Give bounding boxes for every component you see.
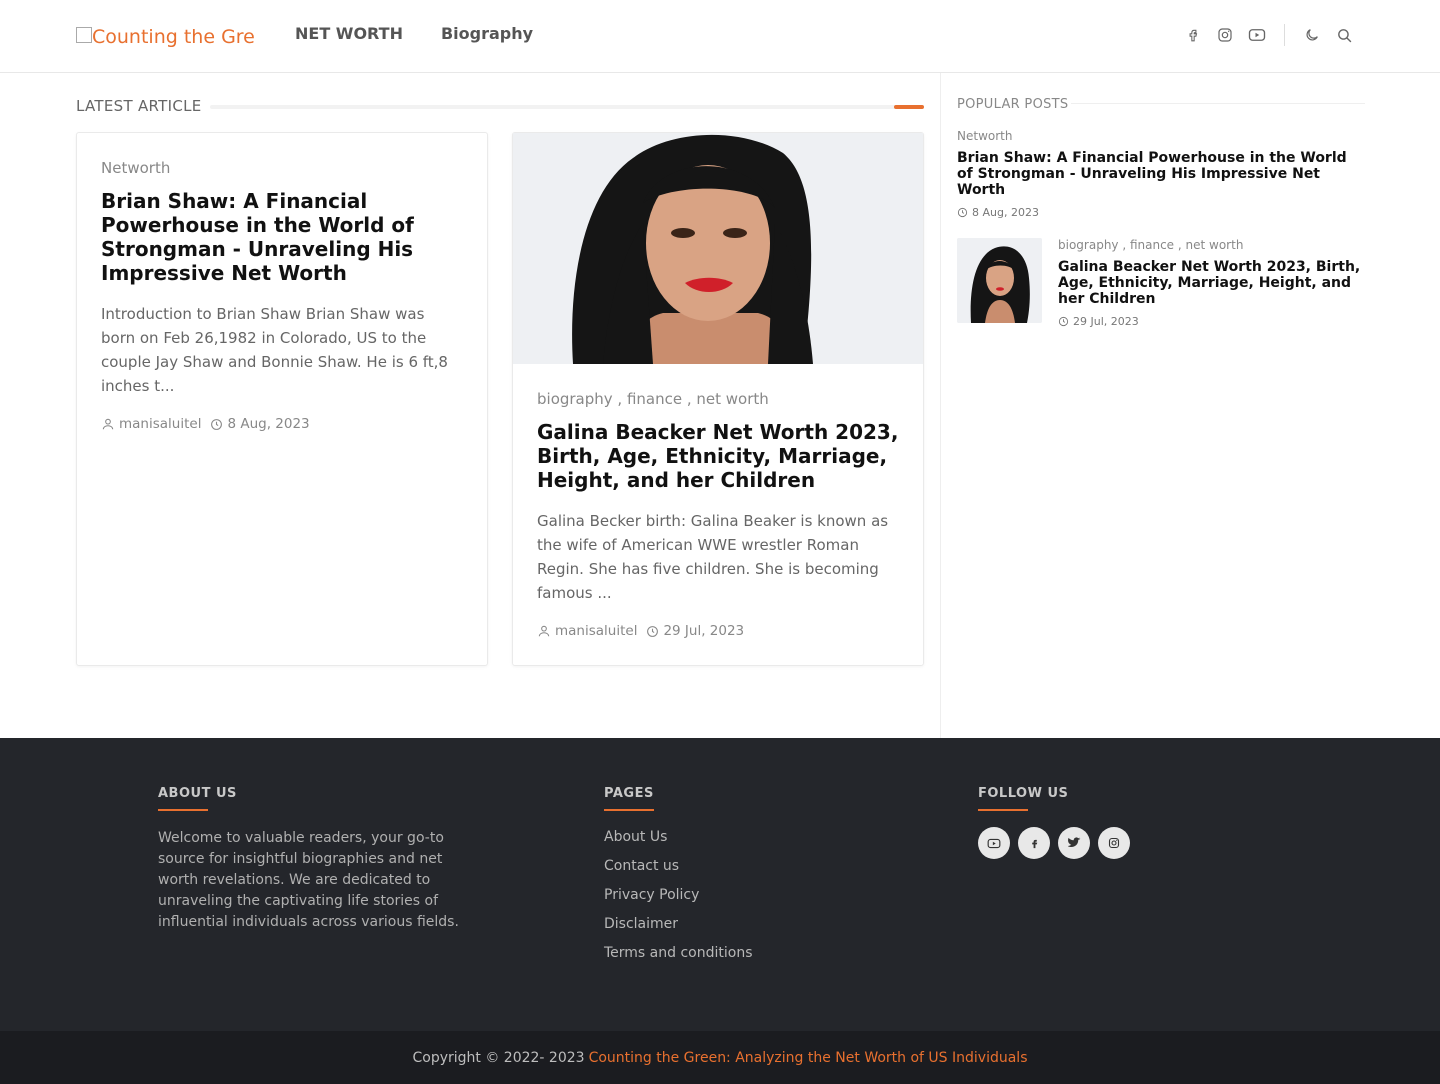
footer-about-heading: ABOUT US <box>158 786 237 801</box>
popular-post-item[interactable]: biography , finance , net worth Galina B… <box>957 238 1367 328</box>
article-author[interactable]: manisaluitel <box>119 416 201 432</box>
clock-icon <box>211 418 223 430</box>
article-category[interactable]: biography , finance , net worth <box>537 390 903 408</box>
footer-link-privacy-policy[interactable]: Privacy Policy <box>604 887 753 904</box>
article-date: 8 Aug, 2023 <box>227 416 310 432</box>
header-icons <box>1172 24 1355 46</box>
article-excerpt: Galina Becker birth: Galina Beaker is kn… <box>537 512 889 602</box>
broken-image-icon <box>76 27 92 43</box>
article-image[interactable] <box>513 133 923 364</box>
youtube-icon[interactable] <box>1246 24 1268 46</box>
site-header: Counting the Gre NET WORTH Biography <box>0 0 1440 73</box>
footer-pages-list: About Us Contact us Privacy Policy Discl… <box>604 829 753 962</box>
user-icon <box>102 418 114 430</box>
clock-icon <box>957 207 968 218</box>
logo-alt-text: Counting the Gre <box>92 26 255 48</box>
article-category[interactable]: Networth <box>101 159 461 177</box>
article-excerpt: Introduction to Brian Shaw Brian Shaw wa… <box>101 305 448 395</box>
footer-pages: PAGES About Us Contact us Privacy Policy… <box>604 786 753 974</box>
site-footer: ABOUT US Welcome to valuable readers, yo… <box>0 738 1440 1031</box>
footer-about: ABOUT US Welcome to valuable readers, yo… <box>158 786 468 933</box>
user-icon <box>538 625 550 637</box>
sidebar: POPULAR POSTS Networth Brian Shaw: A Fin… <box>940 73 1440 738</box>
facebook-icon[interactable] <box>1018 827 1050 859</box>
popular-post-date: 8 Aug, 2023 <box>972 206 1039 219</box>
main-nav: NET WORTH Biography <box>295 24 533 43</box>
heading-underline <box>978 809 1028 811</box>
article-card[interactable]: Networth Brian Shaw: A Financial Powerho… <box>76 132 488 666</box>
popular-post-category[interactable]: Networth <box>957 129 1367 143</box>
footer-follow-heading: FOLLOW US <box>978 786 1069 801</box>
header-divider <box>1284 24 1285 46</box>
article-title[interactable]: Brian Shaw: A Financial Powerhouse in th… <box>101 189 461 285</box>
popular-post-category[interactable]: biography , finance , net worth <box>1058 238 1363 252</box>
search-icon[interactable] <box>1333 24 1355 46</box>
footer-link-disclaimer[interactable]: Disclaimer <box>604 916 753 933</box>
footer-link-about-us[interactable]: About Us <box>604 829 753 846</box>
footer-link-terms[interactable]: Terms and conditions <box>604 945 753 962</box>
article-meta: manisaluitel 29 Jul, 2023 <box>537 623 903 639</box>
article-card[interactable]: biography , finance , net worth Galina B… <box>512 132 924 666</box>
popular-post-thumbnail[interactable] <box>957 238 1042 323</box>
article-date: 29 Jul, 2023 <box>663 623 745 639</box>
footer-pages-heading: PAGES <box>604 786 654 801</box>
popular-post-title[interactable]: Galina Beacker Net Worth 2023, Birth, Ag… <box>1058 259 1363 307</box>
site-logo[interactable]: Counting the Gre <box>76 22 260 52</box>
article-title[interactable]: Galina Beacker Net Worth 2023, Birth, Ag… <box>537 420 903 492</box>
latest-article-heading: LATEST ARTICLE <box>76 97 202 115</box>
clock-icon <box>1058 316 1069 327</box>
popular-post-title[interactable]: Brian Shaw: A Financial Powerhouse in th… <box>957 150 1367 198</box>
popular-post-date: 29 Jul, 2023 <box>1073 315 1139 328</box>
footer-about-text: Welcome to valuable readers, your go-to … <box>158 830 459 930</box>
instagram-icon[interactable] <box>1214 24 1236 46</box>
clock-icon <box>647 625 659 637</box>
popular-post-meta: 29 Jul, 2023 <box>1058 315 1363 328</box>
article-author[interactable]: manisaluitel <box>555 623 637 639</box>
twitter-icon[interactable] <box>1058 827 1090 859</box>
copyright-site-link[interactable]: Counting the Green: Analyzing the Net Wo… <box>589 1050 1028 1066</box>
instagram-icon[interactable] <box>1098 827 1130 859</box>
section-divider <box>1071 103 1365 104</box>
copyright-bar: Copyright © 2022- 2023 Counting the Gree… <box>0 1031 1440 1084</box>
copyright-text: Copyright © 2022- 2023 <box>412 1049 585 1066</box>
section-divider <box>210 105 924 109</box>
heading-underline <box>158 809 208 811</box>
social-links <box>978 827 1130 859</box>
section-divider-accent <box>894 105 924 109</box>
popular-post-item[interactable]: Networth Brian Shaw: A Financial Powerho… <box>957 129 1367 219</box>
nav-biography[interactable]: Biography <box>441 24 533 43</box>
heading-underline <box>604 809 654 811</box>
footer-link-contact-us[interactable]: Contact us <box>604 858 753 875</box>
article-meta: manisaluitel 8 Aug, 2023 <box>101 416 461 432</box>
popular-posts-heading: POPULAR POSTS <box>957 97 1069 112</box>
main-content: LATEST ARTICLE Networth Brian Shaw: A Fi… <box>0 73 940 738</box>
moon-icon[interactable] <box>1301 24 1323 46</box>
nav-net-worth[interactable]: NET WORTH <box>295 24 403 43</box>
youtube-icon[interactable] <box>978 827 1010 859</box>
popular-post-meta: 8 Aug, 2023 <box>957 206 1367 219</box>
footer-follow: FOLLOW US <box>978 786 1130 859</box>
facebook-icon[interactable] <box>1182 24 1204 46</box>
